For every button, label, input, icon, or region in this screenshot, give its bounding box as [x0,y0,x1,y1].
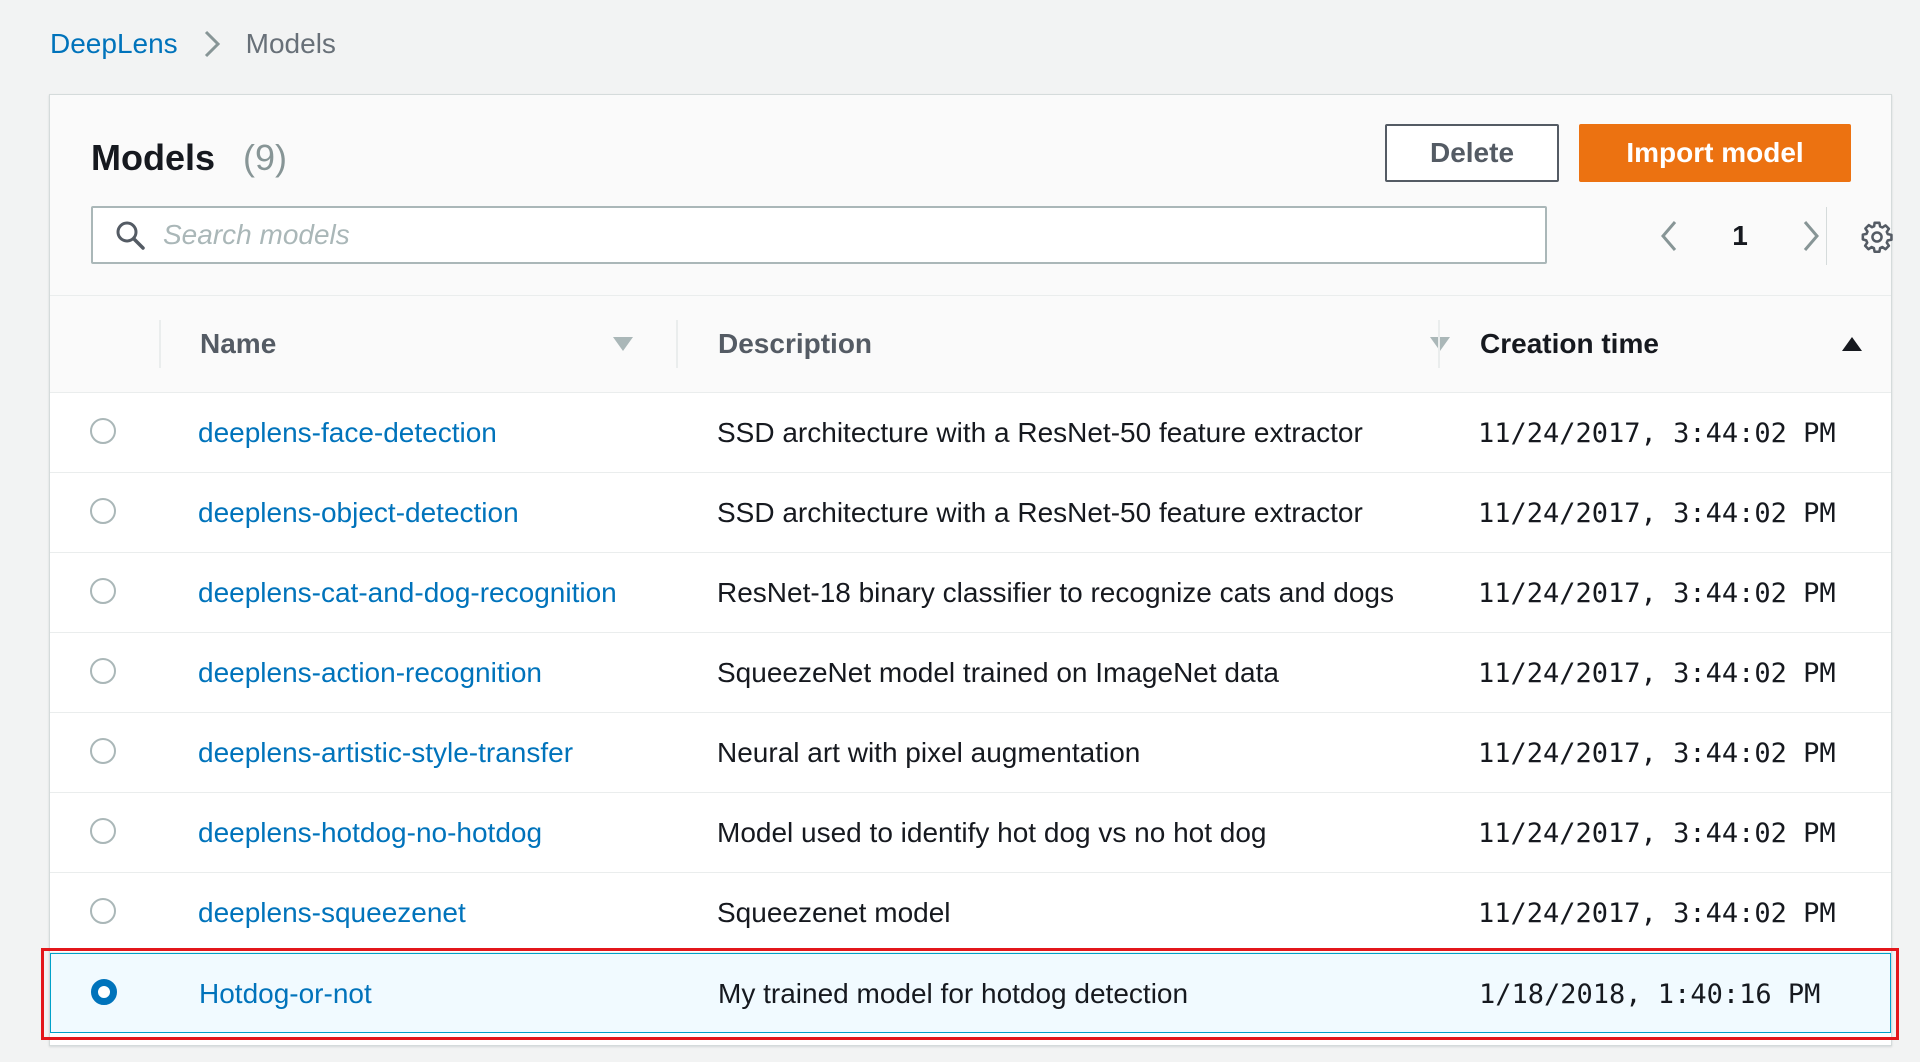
column-creation-time-label: Creation time [1480,328,1659,359]
breadcrumb-deeplens-link[interactable]: DeepLens [50,28,178,60]
model-description: SSD architecture with a ResNet-50 featur… [717,497,1363,528]
table-row-selected[interactable]: Hotdog-or-not My trained model for hotdo… [50,953,1891,1033]
table-row[interactable]: deeplens-face-detection SSD architecture… [50,393,1891,473]
chevron-left-icon[interactable] [1645,212,1693,260]
column-name-label: Name [200,328,277,359]
pagination: 1 [1645,211,1835,261]
column-description-label: Description [718,328,873,359]
search-field[interactable] [91,206,1547,264]
row-radio[interactable] [90,738,116,764]
row-radio-selected[interactable] [91,979,117,1005]
column-header-description[interactable]: Description [718,296,1450,392]
model-count: (9) [243,137,288,178]
row-radio[interactable] [90,418,116,444]
row-radio[interactable] [90,498,116,524]
model-description: Squeezenet model [717,897,951,928]
page-title: Models (9) [91,137,287,179]
chevron-right-icon[interactable] [1787,212,1835,260]
model-name-link[interactable]: deeplens-object-detection [198,473,519,553]
panel-header: Models (9) Delete Import model 1 [50,95,1893,296]
model-name-link[interactable]: deeplens-cat-and-dog-recognition [198,553,617,633]
column-header-creation-time[interactable]: Creation time [1480,296,1885,392]
caret-down-icon [1428,332,1452,356]
search-icon [113,218,147,252]
pagination-divider [1826,207,1827,265]
table-row[interactable]: deeplens-hotdog-no-hotdog Model used to … [50,793,1891,873]
table-row[interactable]: deeplens-squeezenet Squeezenet model 11/… [50,873,1891,953]
breadcrumb: DeepLens Models [50,24,336,64]
model-name-link[interactable]: deeplens-action-recognition [198,633,542,713]
table-row[interactable]: deeplens-artistic-style-transfer Neural … [50,713,1891,793]
column-divider [676,320,678,368]
model-name-link[interactable]: deeplens-squeezenet [198,873,466,953]
column-divider [159,320,161,368]
import-model-button[interactable]: Import model [1579,124,1851,182]
model-description: SSD architecture with a ResNet-50 featur… [717,417,1363,448]
models-panel: Models (9) Delete Import model 1 [49,94,1893,1046]
model-creation-time: 11/24/2017, 3:44:02 PM [1478,577,1836,609]
model-description: Model used to identify hot dog vs no hot… [717,817,1267,848]
table-row[interactable]: deeplens-action-recognition SqueezeNet m… [50,633,1891,713]
table-header: Name Description Creation time [50,296,1891,393]
model-creation-time: 11/24/2017, 3:44:02 PM [1478,737,1836,769]
column-header-name[interactable]: Name [200,296,690,392]
row-radio[interactable] [90,898,116,924]
model-description: Neural art with pixel augmentation [717,737,1141,768]
model-description: ResNet-18 binary classifier to recognize… [717,577,1395,608]
model-creation-time: 11/24/2017, 3:44:02 PM [1478,817,1836,849]
model-creation-time: 11/24/2017, 3:44:02 PM [1478,897,1836,929]
page-number[interactable]: 1 [1716,220,1764,252]
gear-icon[interactable] [1853,213,1901,261]
row-radio[interactable] [90,658,116,684]
row-radio[interactable] [90,578,116,604]
model-creation-time: 11/24/2017, 3:44:02 PM [1478,497,1836,529]
model-name-link[interactable]: deeplens-hotdog-no-hotdog [198,793,542,873]
model-description: My trained model for hotdog detection [718,978,1189,1009]
delete-button[interactable]: Delete [1385,124,1559,182]
chevron-right-icon [190,24,234,64]
model-name-link[interactable]: Hotdog-or-not [199,954,372,1034]
table-row[interactable]: deeplens-cat-and-dog-recognition ResNet-… [50,553,1891,633]
row-radio[interactable] [90,818,116,844]
model-name-link[interactable]: deeplens-artistic-style-transfer [198,713,573,793]
model-creation-time: 11/24/2017, 3:44:02 PM [1478,657,1836,689]
model-creation-time: 1/18/2018, 1:40:16 PM [1479,978,1821,1010]
column-divider [1438,320,1440,368]
model-creation-time: 11/24/2017, 3:44:02 PM [1478,417,1836,449]
model-description: SqueezeNet model trained on ImageNet dat… [717,657,1279,688]
search-input[interactable] [161,209,1545,261]
model-name-link[interactable]: deeplens-face-detection [198,393,497,473]
table-row[interactable]: deeplens-object-detection SSD architectu… [50,473,1891,553]
caret-up-icon [1840,332,1864,356]
caret-down-icon [611,332,635,356]
breadcrumb-current: Models [245,28,336,59]
title-text: Models [91,137,216,178]
